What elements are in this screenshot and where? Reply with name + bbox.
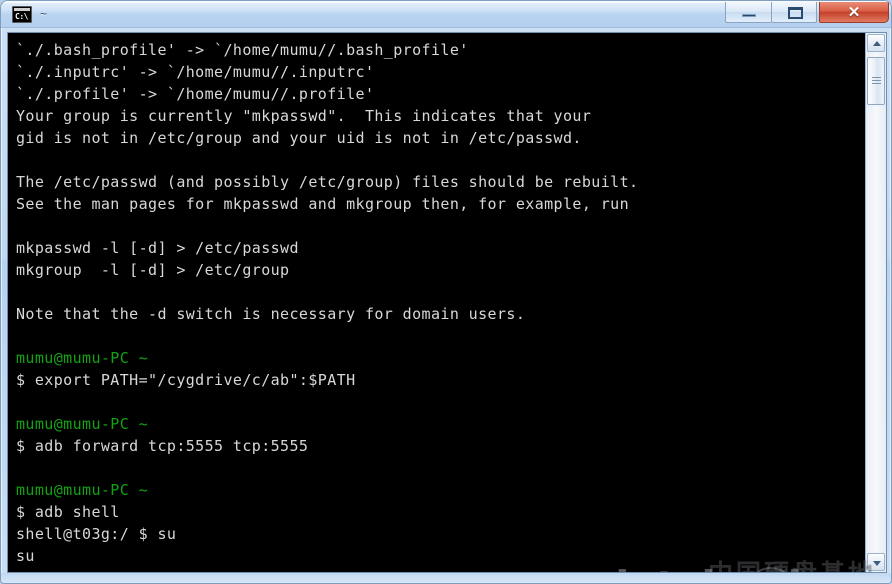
terminal-line-output: Note that the -d switch is necessary for… — [16, 305, 526, 323]
terminal-line-prompt: mumu@mumu-PC ~ — [16, 415, 149, 433]
scroll-up-button[interactable] — [867, 34, 885, 52]
icon-prompt-text: C:\ — [15, 12, 28, 21]
terminal-line-output: mkgroup -l [-d] > /etc/group — [16, 261, 290, 279]
terminal-line-output: su — [16, 547, 35, 565]
terminal-line-prompt: mumu@mumu-PC ~ — [16, 481, 149, 499]
window-controls: ✕ — [725, 2, 889, 24]
terminal-viewport[interactable]: `./.bash_profile' -> `/home/mumu//.bash_… — [7, 32, 887, 573]
terminal-line-command: $ adb forward tcp:5555 tcp:5555 — [16, 437, 309, 455]
terminal-line-command: $ export PATH="/cygdrive/c/ab":$PATH — [16, 371, 356, 389]
terminal-line-command: $ adb shell — [16, 503, 120, 521]
scrollbar-grip-icon — [872, 77, 881, 84]
terminal-line-output: shell@t03g:/ $ su — [16, 525, 177, 543]
window-title: ~ — [40, 7, 48, 21]
terminal-line-output: The /etc/passwd (and possibly /etc/group… — [16, 173, 639, 191]
close-button[interactable]: ✕ — [819, 2, 889, 23]
maximize-icon — [788, 7, 803, 19]
terminal-line-output: gid is not in /etc/group and your uid is… — [16, 129, 582, 147]
scroll-down-button[interactable] — [867, 553, 885, 571]
console-app-icon[interactable]: C:\ — [12, 6, 32, 23]
terminal-line-output: Your group is currently "mkpasswd". This… — [16, 107, 592, 125]
terminal-line-output: See the man pages for mkpasswd and mkgro… — [16, 195, 629, 213]
scrollbar-thumb[interactable] — [867, 57, 885, 105]
scroll-up-arrow-icon — [873, 41, 881, 46]
window-bottom-edge — [1, 573, 891, 583]
icon-title-stripe — [14, 8, 30, 11]
terminal-window: C:\ ~ ✕ `./.bash_profile' -> `/home/mumu… — [0, 0, 892, 584]
close-icon: ✕ — [847, 4, 861, 21]
minimize-icon — [742, 14, 756, 17]
title-bar[interactable]: C:\ ~ ✕ — [1, 1, 891, 28]
maximize-button[interactable] — [771, 2, 817, 23]
terminal-output: `./.bash_profile' -> `/home/mumu//.bash_… — [16, 39, 856, 572]
vertical-scrollbar[interactable] — [865, 33, 886, 572]
terminal-line-output: `./.inputrc' -> `/home/mumu//.inputrc' — [16, 63, 375, 81]
minimize-button[interactable] — [725, 2, 771, 23]
scroll-down-arrow-icon — [873, 561, 881, 566]
scrollbar-track[interactable] — [867, 107, 885, 552]
terminal-line-output: `./.bash_profile' -> `/home/mumu//.bash_… — [16, 41, 469, 59]
terminal-line-output: mkpasswd -l [-d] > /etc/passwd — [16, 239, 299, 257]
terminal-line-prompt: mumu@mumu-PC ~ — [16, 349, 149, 367]
terminal-line-output: `./.profile' -> `/home/mumu//.profile' — [16, 85, 375, 103]
